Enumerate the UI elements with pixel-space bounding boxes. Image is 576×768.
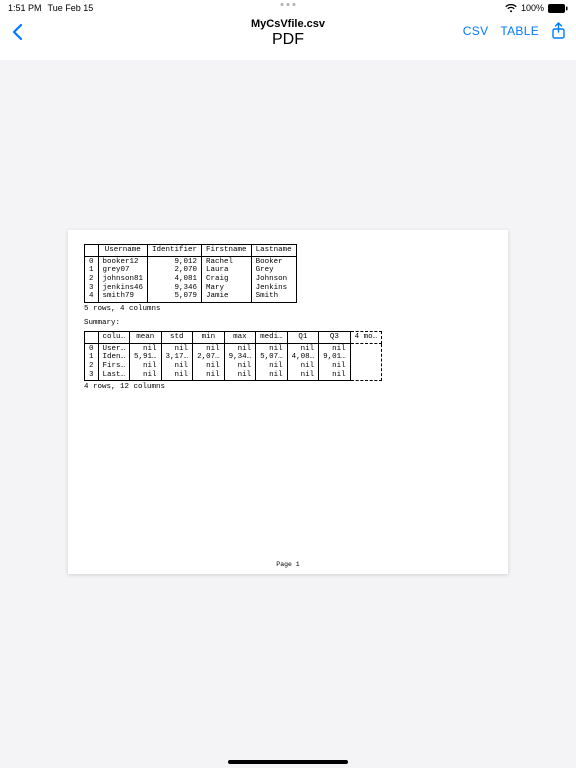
table-header <box>85 245 99 257</box>
window-grabber[interactable] <box>281 3 296 6</box>
summary-table: colu…meanstdminmaxmedi…Q1Q34 mo… 0123User… <box>84 331 382 381</box>
table-cell: User…Iden…Firs…Last… <box>98 343 130 381</box>
table-cell: nil5,07…nilnil <box>256 343 288 381</box>
table-button[interactable]: TABLE <box>500 24 539 38</box>
share-button[interactable] <box>551 22 566 40</box>
pdf-page: UsernameIdentifierFirstnameLastname01234… <box>68 230 508 574</box>
table-cell: BookerGreyJohnsonJenkinsSmith <box>251 256 296 302</box>
battery-icon <box>548 4 568 13</box>
table-header: mean <box>130 332 162 344</box>
csv-button[interactable]: CSV <box>463 24 489 38</box>
table-header: Identifier <box>148 245 202 257</box>
nav-bar: MyCsVfile.csv PDF CSV TABLE <box>0 16 576 60</box>
table-cell: 0123 <box>85 343 99 381</box>
table-cell: 01234 <box>85 256 99 302</box>
table-cell: nil9,01…nilnil <box>319 343 351 381</box>
table-cell: nil2,07…nilnil <box>193 343 225 381</box>
wifi-icon <box>505 4 517 13</box>
table-cell: RachelLauraCraigMaryJamie <box>202 256 252 302</box>
page-number: Page 1 <box>68 561 508 568</box>
table-header: Q3 <box>319 332 351 344</box>
status-date: Tue Feb 15 <box>48 3 94 13</box>
table-header: medi… <box>256 332 288 344</box>
table-header: Lastname <box>251 245 296 257</box>
table-cell <box>350 343 382 381</box>
table-header: 4 mo… <box>350 332 382 344</box>
table-header: min <box>193 332 225 344</box>
summary-label: Summary: <box>84 319 492 328</box>
summary-meta: 4 rows, 12 columns <box>84 383 492 392</box>
table-header: Q1 <box>287 332 319 344</box>
table-cell: nil9,34…nilnil <box>224 343 256 381</box>
data-table: UsernameIdentifierFirstnameLastname 01234… <box>84 244 297 303</box>
status-time: 1:51 PM <box>8 3 42 13</box>
file-title: MyCsVfile.csv <box>251 18 325 30</box>
battery-percent: 100% <box>521 3 544 13</box>
table-cell: nil4,08…nilnil <box>287 343 319 381</box>
table-header <box>85 332 99 344</box>
table-cell: nil3,17…nilnil <box>161 343 193 381</box>
home-indicator[interactable] <box>228 760 348 764</box>
table-meta: 5 rows, 4 columns <box>84 305 492 314</box>
view-mode-title: PDF <box>272 31 304 49</box>
document-viewport[interactable]: UsernameIdentifierFirstnameLastname01234… <box>0 60 576 574</box>
table-cell: 9,0122,0704,0819,3465,079 <box>148 256 202 302</box>
table-header: max <box>224 332 256 344</box>
table-header: Username <box>98 245 148 257</box>
table-header: std <box>161 332 193 344</box>
table-header: Firstname <box>202 245 252 257</box>
table-cell: nil5,91…nilnil <box>130 343 162 381</box>
table-header: colu… <box>98 332 130 344</box>
table-cell: booker12grey07johnson81jenkins46smith79 <box>98 256 148 302</box>
